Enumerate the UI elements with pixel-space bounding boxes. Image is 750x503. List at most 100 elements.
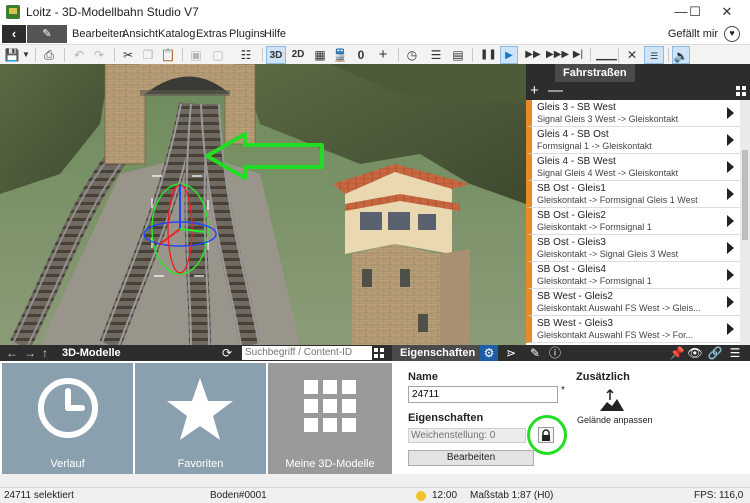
back-icon[interactable]: ‹ <box>2 25 26 43</box>
routes-scrollbar[interactable] <box>740 100 750 345</box>
sound-icon[interactable]: 🔈 <box>672 46 690 64</box>
route-item[interactable]: SB West - Gleis3 Gleiskontakt Auswahl FS … <box>526 316 740 343</box>
copy-icon[interactable]: ❐ <box>140 46 156 64</box>
menu-katalog[interactable]: Katalog <box>158 28 195 40</box>
track-icon[interactable]: ☷ <box>238 46 254 64</box>
add-route-button[interactable]: + <box>530 82 539 100</box>
nav-forward-icon[interactable]: → <box>24 345 36 361</box>
skip-icon[interactable]: ▶| <box>570 46 586 64</box>
menu-bar: ‹ ✎ Bearbeiten Ansicht Katalog Extras Pl… <box>0 24 750 44</box>
route-expand-icon[interactable] <box>727 161 734 173</box>
route-item[interactable]: SB Ost - Gleis1 Gleiskontakt -> Formsigna… <box>526 181 740 208</box>
brush-icon[interactable]: ✎ <box>526 345 544 361</box>
info-icon[interactable]: ⓘ <box>546 345 564 361</box>
route-expand-icon[interactable] <box>727 134 734 146</box>
route-item[interactable]: SB West - Gleis2 Gleiskontakt Auswahl FS … <box>526 289 740 316</box>
clock-icon[interactable]: ◷ <box>404 46 420 64</box>
name-field[interactable] <box>408 386 558 403</box>
route-name: SB West - Gleis3 <box>537 318 613 329</box>
delete-icon[interactable]: ✕ <box>624 46 640 64</box>
list-icon[interactable]: ☰ <box>428 46 444 64</box>
like-label[interactable]: Gefällt mir <box>668 28 718 40</box>
menu-hilfe[interactable]: Hilfe <box>264 28 286 40</box>
paste-icon[interactable]: 📋 <box>160 46 176 64</box>
properties-tab[interactable]: Eigenschaften <box>392 345 484 361</box>
measure-icon[interactable]: ▁▁▁ <box>596 46 617 64</box>
undo-icon[interactable]: ↶ <box>70 46 88 64</box>
fast-forward-icon[interactable]: ▶▶ <box>524 46 542 64</box>
lines-icon[interactable]: ☰ <box>644 46 664 64</box>
save-icon[interactable]: 💾 <box>4 46 20 64</box>
group-icon[interactable]: ▣ <box>188 46 204 64</box>
nav-back-icon[interactable]: ← <box>6 345 18 361</box>
gear-icon[interactable]: ⚙ <box>480 345 498 361</box>
heart-icon[interactable]: ♥ <box>724 26 740 42</box>
pause-icon[interactable]: ❚❚ <box>480 46 497 64</box>
play-icon[interactable]: ▶ <box>500 46 518 64</box>
eye-icon[interactable]: 👁 <box>686 345 704 361</box>
redo-icon[interactable]: ↷ <box>90 46 108 64</box>
faster-icon[interactable]: ▶▶▶ <box>546 46 569 64</box>
route-expand-icon[interactable] <box>727 269 734 281</box>
nav-up-icon[interactable]: ↑ <box>42 345 48 361</box>
3d-viewport[interactable] <box>0 64 526 345</box>
switch-setting-field[interactable] <box>408 428 526 443</box>
menu-extras[interactable]: Extras <box>196 28 227 40</box>
route-item[interactable]: Gleis 4 - SB Ost Formsignal 1 -> Gleiskon… <box>526 127 740 154</box>
panel-icon[interactable]: ▤ <box>450 46 466 64</box>
add-icon[interactable]: + <box>374 46 392 64</box>
cut-icon[interactable]: ✂ <box>120 46 136 64</box>
grid-view-icon[interactable] <box>736 86 746 96</box>
grid-view-icon[interactable] <box>374 348 384 358</box>
properties-label: Eigenschaften <box>408 412 484 424</box>
tile-history[interactable]: Verlauf <box>2 363 133 474</box>
edit-mode-icon[interactable]: ✎ <box>27 25 67 43</box>
tile-favorites[interactable]: Favoriten <box>135 363 266 474</box>
grid-icon[interactable]: ▦ <box>312 46 328 64</box>
remove-route-button[interactable]: — <box>548 82 563 100</box>
scrollbar-thumb[interactable] <box>742 150 748 240</box>
fps-status: FPS: 116,0 <box>694 490 744 501</box>
axes-icon[interactable]: ⋗ <box>502 345 520 361</box>
menu-ansicht[interactable]: Ansicht <box>122 28 158 40</box>
route-expand-icon[interactable] <box>727 215 734 227</box>
menu-plugins[interactable]: Plugins <box>229 28 265 40</box>
3d-scene <box>0 64 526 345</box>
menu-bearbeiten[interactable]: Bearbeiten <box>72 28 125 40</box>
app-icon <box>6 5 20 19</box>
link-icon[interactable]: 🔗 <box>706 345 724 361</box>
search-input[interactable] <box>242 346 372 360</box>
terrain-label[interactable]: Gelände anpassen <box>577 415 653 425</box>
tile-label: Favoriten <box>177 458 224 470</box>
route-item[interactable]: Gleis 4 - SB West Signal Gleis 4 West -> … <box>526 154 740 181</box>
route-expand-icon[interactable] <box>727 242 734 254</box>
required-mark: * <box>561 385 565 396</box>
route-expand-icon[interactable] <box>727 107 734 119</box>
menu-icon[interactable]: ☰ <box>726 345 744 361</box>
selection-status: 24711 selektiert <box>4 490 74 501</box>
route-item[interactable]: SB Ost - Gleis2 Gleiskontakt -> Formsigna… <box>526 208 740 235</box>
route-item[interactable]: SB Ost - Gleis4 Gleiskontakt -> Formsigna… <box>526 262 740 289</box>
route-item[interactable]: Gleis 3 - SB West Signal Gleis 3 West -> … <box>526 100 740 127</box>
route-expand-icon[interactable] <box>727 188 734 200</box>
edit-button[interactable]: Bearbeiten <box>408 450 534 466</box>
terrain-icon[interactable] <box>600 389 624 411</box>
train-icon[interactable]: 🚆 <box>332 46 348 64</box>
route-expand-icon[interactable] <box>727 323 734 335</box>
view-2d-button[interactable]: 2D <box>288 46 308 64</box>
route-item[interactable]: SB Ost - Gleis3 Gleiskontakt -> Signal Gl… <box>526 235 740 262</box>
save-dropdown-icon[interactable]: ▼ <box>21 46 31 64</box>
refresh-icon[interactable]: ⟳ <box>222 345 232 361</box>
ungroup-icon[interactable]: ▢ <box>210 46 226 64</box>
route-name: Gleis 3 - SB West <box>537 102 616 113</box>
view-3d-button[interactable]: 3D <box>266 46 286 64</box>
route-name: Gleis 4 - SB Ost <box>537 129 609 140</box>
close-button[interactable]: ✕ <box>704 0 750 24</box>
properties-panel: Name * Eigenschaften Bearbeiten Zusätzli… <box>392 361 750 474</box>
clock-icon <box>38 378 98 438</box>
print-icon[interactable]: ⎙ <box>40 46 58 64</box>
tile-my-models[interactable]: Meine 3D-Modelle <box>268 363 392 474</box>
route-expand-icon[interactable] <box>727 296 734 308</box>
pin-icon[interactable]: 📌 <box>668 345 686 361</box>
time-status: 12:00 <box>432 490 458 501</box>
